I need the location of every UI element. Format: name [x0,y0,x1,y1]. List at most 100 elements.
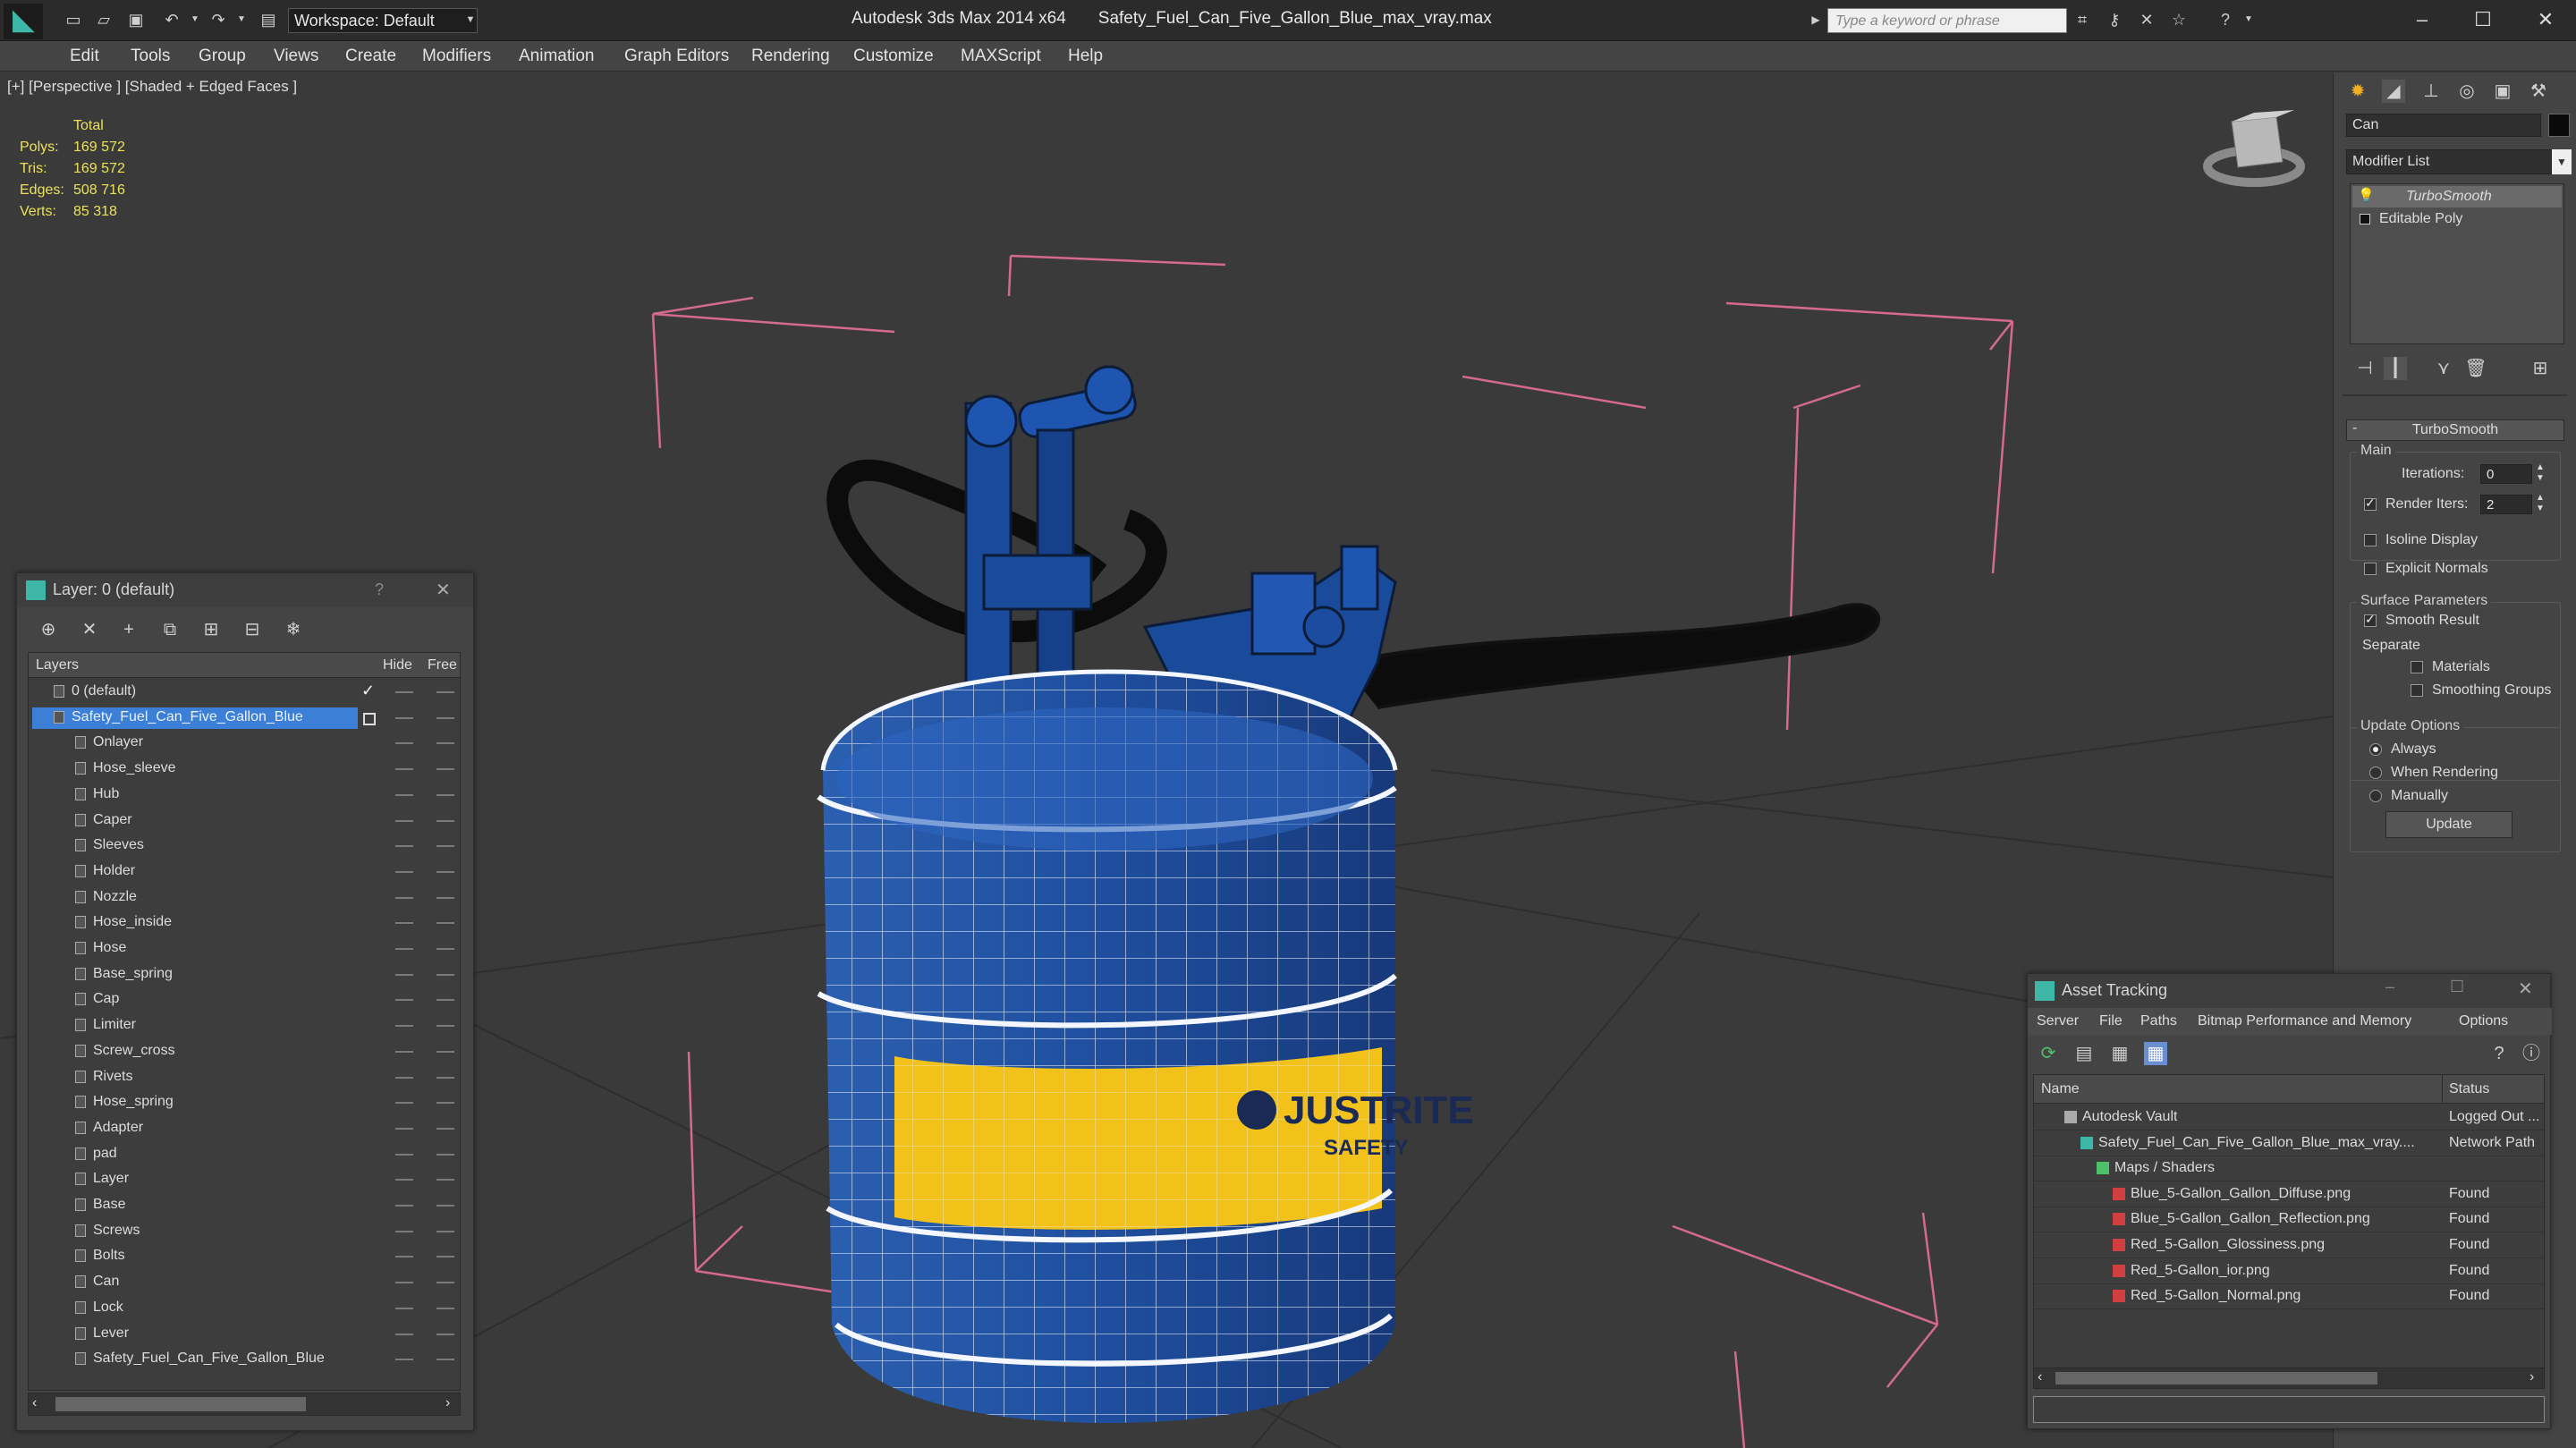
menu-views[interactable]: Views [274,47,318,66]
key-icon[interactable]: ⚷ [2104,9,2125,30]
object-row[interactable]: Layer [29,1167,460,1192]
remove-modifier-icon[interactable]: 🗑 [2464,357,2487,380]
scroll-right-icon[interactable]: › [2529,1369,2534,1385]
create-layer-icon[interactable]: ⊕ [37,618,60,641]
object-row[interactable]: Lock [29,1296,460,1321]
object-row[interactable]: Can [29,1270,460,1295]
delete-layer-icon[interactable]: ✕ [78,618,101,641]
hide-toggle[interactable] [395,1333,413,1335]
hide-toggle[interactable] [395,742,413,745]
close-icon[interactable]: ✕ [436,579,451,601]
freeze-toggle[interactable] [436,973,454,976]
object-name-field[interactable]: Can [2346,114,2541,137]
col-layers[interactable]: Layers [36,657,79,673]
close-icon[interactable]: ✕ [2528,5,2563,34]
pin-stack-icon[interactable]: ⊣ [2353,357,2377,380]
hide-toggle[interactable] [395,922,413,925]
menu-help[interactable]: Help [1068,47,1103,66]
lightbulb-icon[interactable]: 💡 [2358,187,2375,203]
display-tab-icon[interactable]: ▣ [2491,80,2514,103]
minimize-icon[interactable]: – [2385,978,2394,996]
info-icon[interactable]: ⓘ [2520,1042,2543,1065]
object-row[interactable]: Base_spring [29,962,460,987]
freeze-toggle[interactable] [436,768,454,771]
hide-toggle[interactable] [395,1076,413,1079]
hide-all-icon[interactable]: ⊟ [241,618,264,641]
object-row[interactable]: Screw_cross [29,1039,460,1064]
table-view-icon[interactable]: ▦ [2108,1042,2131,1065]
explicit-normals-checkbox[interactable] [2364,563,2377,575]
show-end-result-icon[interactable]: ┃ [2384,357,2407,380]
object-row[interactable]: Sleeves [29,834,460,859]
create-tab-icon[interactable]: ✹ [2346,80,2369,103]
freeze-toggle[interactable] [436,1025,454,1028]
modifier-list-dropdown[interactable]: Modifier List [2346,149,2552,174]
menu-create[interactable]: Create [345,47,396,66]
always-radio[interactable] [2369,743,2382,756]
asset-row[interactable]: Red_5-Gallon_Normal.png Found [2034,1284,2544,1310]
freeze-toggle[interactable] [436,845,454,848]
menu-tools[interactable]: Tools [131,47,170,66]
horizontal-scrollbar[interactable]: ‹ › [28,1393,461,1416]
make-unique-icon[interactable]: ⋎ [2432,357,2455,380]
freeze-toggle[interactable] [436,1076,454,1079]
close-icon[interactable]: ✕ [2518,978,2533,1000]
hide-toggle[interactable] [395,845,413,848]
hide-toggle[interactable] [395,691,413,693]
update-button[interactable]: Update [2385,811,2512,838]
stack-item-turbosmooth[interactable]: 💡 TurboSmooth [2352,186,2562,207]
asset-row[interactable]: Blue_5-Gallon_Gallon_Diffuse.png Found [2034,1182,2544,1207]
manually-radio[interactable] [2369,790,2382,802]
viewcube[interactable] [2203,110,2305,187]
hide-toggle[interactable] [395,1230,413,1232]
col-freeze[interactable]: Free [428,657,457,673]
utilities-tab-icon[interactable]: ⚒ [2527,80,2550,103]
materials-checkbox[interactable] [2411,661,2423,673]
object-row[interactable]: Caper [29,809,460,834]
col-status[interactable]: Status [2449,1081,2489,1097]
layer-row[interactable]: 0 (default) ✓ [29,680,460,705]
object-row[interactable]: Limiter [29,1013,460,1038]
active-layer-check-icon[interactable]: ✓ [361,682,375,700]
spinner-arrows-icon[interactable]: ▲ ▼ [2536,493,2545,514]
freeze-toggle[interactable] [436,1256,454,1258]
freeze-toggle[interactable] [436,819,454,822]
search-input[interactable]: Type a keyword or phrase [1827,8,2067,33]
list-view-icon[interactable]: ▤ [2072,1042,2096,1065]
hide-toggle[interactable] [395,1153,413,1156]
hide-toggle[interactable] [395,1050,413,1053]
workspace-dropdown[interactable]: Workspace: Default [288,8,478,33]
hide-toggle[interactable] [395,870,413,873]
binoculars-icon[interactable]: ⌗ [2072,9,2093,30]
freeze-toggle[interactable] [436,1333,454,1335]
hide-toggle[interactable] [395,896,413,899]
hide-toggle[interactable] [395,1282,413,1284]
freeze-toggle[interactable] [436,1230,454,1232]
hide-toggle[interactable] [395,1025,413,1028]
redo-dropdown-icon[interactable]: ▼ [231,9,252,30]
hide-toggle[interactable] [395,793,413,796]
minimize-icon[interactable]: – [2404,5,2440,34]
open-file-icon[interactable]: ▱ [93,9,114,30]
freeze-toggle[interactable] [436,691,454,693]
scroll-left-icon[interactable]: ‹ [32,1395,37,1411]
hide-toggle[interactable] [395,716,413,719]
render-iters-checkbox[interactable] [2364,495,2377,511]
asset-menu-options[interactable]: Options [2459,1013,2508,1029]
col-hide[interactable]: Hide [383,657,412,673]
highlight-layer-icon[interactable]: ⊞ [199,618,223,641]
object-row[interactable]: pad [29,1142,460,1167]
object-row[interactable]: Rivets [29,1065,460,1090]
menu-group[interactable]: Group [199,47,246,66]
asset-row[interactable]: Safety_Fuel_Can_Five_Gallon_Blue_max_vra… [2034,1131,2544,1156]
object-row[interactable]: Hub [29,783,460,808]
hierarchy-tab-icon[interactable]: ⊥ [2419,80,2443,103]
asset-menu-bitmap[interactable]: Bitmap Performance and Memory [2198,1013,2411,1029]
col-name[interactable]: Name [2041,1081,2080,1097]
object-color-swatch[interactable] [2548,114,2570,137]
modify-tab-icon[interactable]: ◢ [2382,80,2405,103]
help-icon[interactable]: ? [2215,9,2236,30]
freeze-toggle[interactable] [436,896,454,899]
hide-toggle[interactable] [395,1127,413,1130]
freeze-all-icon[interactable]: ❄ [282,618,305,641]
